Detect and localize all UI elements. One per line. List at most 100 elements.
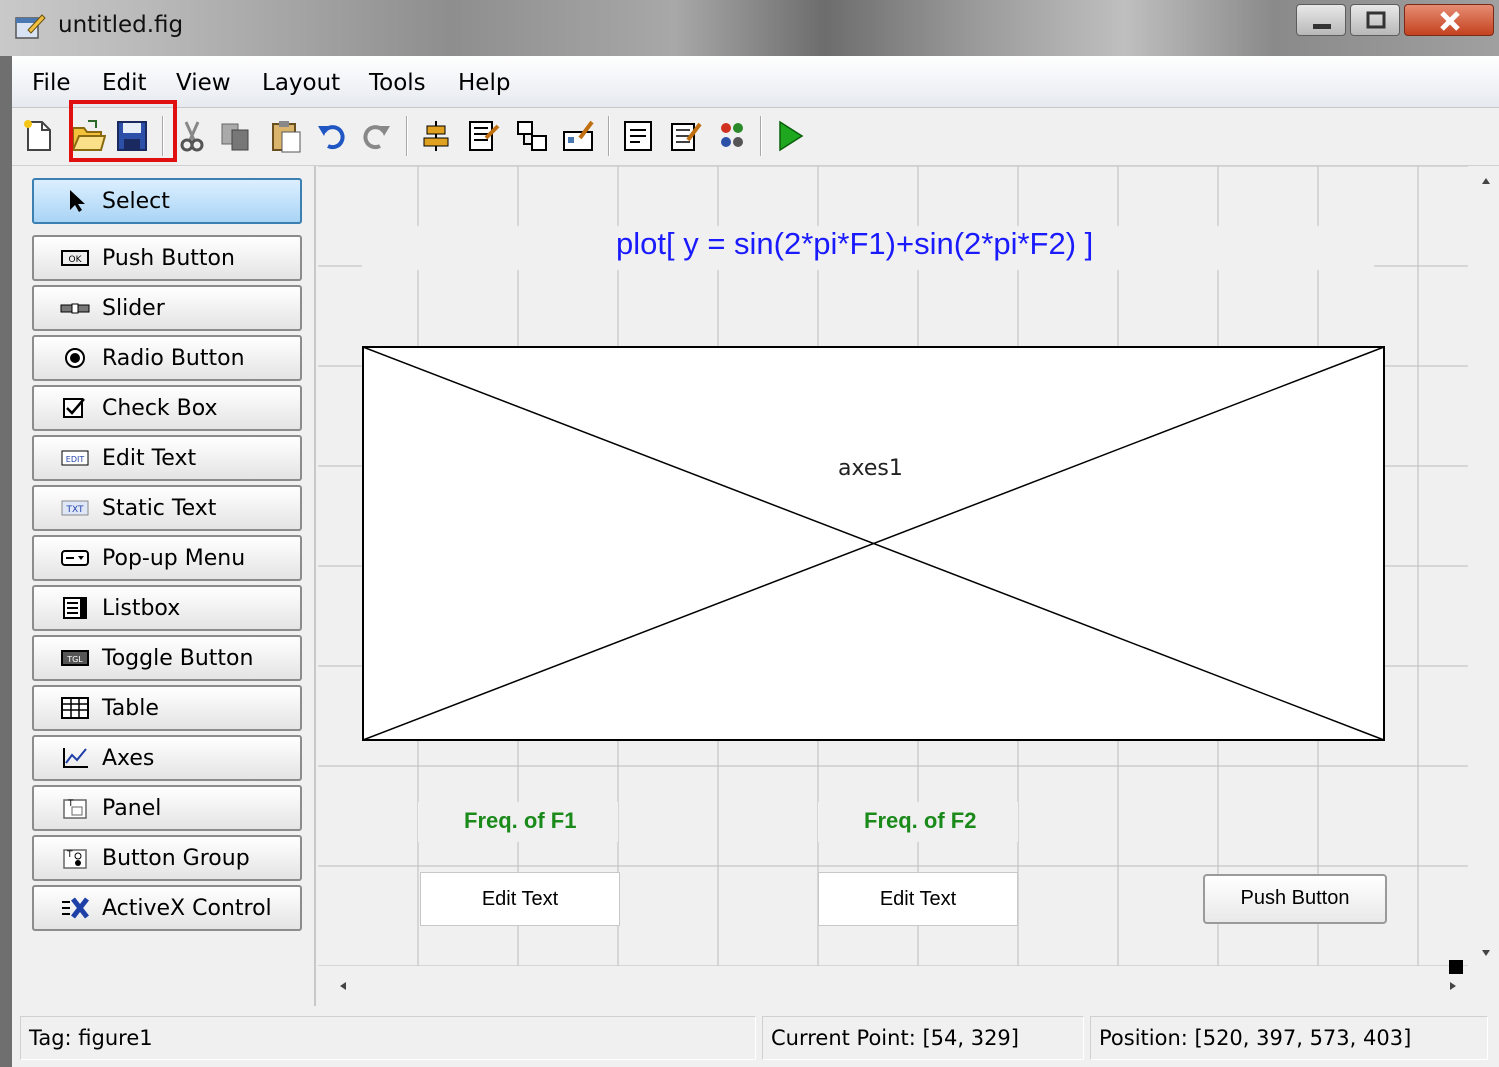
component-palette: Select OK Push Button Slider Radio Butto… [12,166,314,1006]
palette-toggle-button[interactable]: TGL Toggle Button [32,635,302,681]
scroll-arrows [340,982,1456,990]
freq2-edit-text[interactable]: Edit Text [818,872,1018,926]
toolbar-separator [608,116,610,156]
palette-label: Panel [102,796,162,821]
table-icon [61,697,89,719]
menu-editor-button[interactable] [466,118,502,154]
palette-slider[interactable]: Slider [32,285,302,331]
palette-label: Slider [102,296,165,321]
palette-button-group[interactable]: T Button Group [32,835,302,881]
title-bar[interactable]: untitled.fig [0,0,1499,56]
freq1-edit-text[interactable]: Edit Text [420,872,620,926]
scroll-arrows [1482,178,1490,956]
menu-view[interactable]: View [176,70,231,96]
radio-button-icon [65,348,85,368]
menu-edit[interactable]: Edit [102,70,147,96]
menu-bar: File Edit View Layout Tools Help [12,56,1499,108]
guide-window: untitled.fig File Edit View Layout Tools… [0,0,1499,1067]
undo-icon [318,125,345,150]
menu-help[interactable]: Help [458,70,510,96]
minimize-icon [1313,24,1331,29]
status-bar: Tag: figure1 Current Point: [54, 329] Po… [12,1006,1499,1067]
copy-button[interactable] [218,118,254,154]
redo-button[interactable] [358,118,394,154]
layout-canvas[interactable]: plot[ y = sin(2*pi*F1)+sin(2*pi*F2) ] ax… [318,166,1468,966]
palette-axes[interactable]: Axes [32,735,302,781]
scroll-down-icon [1482,950,1490,956]
layout-area: plot[ y = sin(2*pi*F1)+sin(2*pi*F2) ] ax… [314,166,1474,1006]
plot-push-button[interactable]: Push Button [1203,874,1387,924]
palette-popup-menu[interactable]: Pop-up Menu [32,535,302,581]
palette-label: Listbox [102,596,181,621]
new-figure-button[interactable] [20,118,56,154]
undo-button[interactable] [314,118,350,154]
svg-text:TGL: TGL [66,655,83,664]
palette-label: Button Group [102,846,250,871]
menu-tools[interactable]: Tools [369,70,426,96]
listbox-icon [63,597,87,619]
palette-label: Toggle Button [102,646,254,671]
push-button-icon: OK [61,250,89,266]
align-objects-icon [423,121,449,151]
axes1[interactable] [362,346,1386,742]
copy-icon [221,123,249,151]
status-current-point: Current Point: [54, 329] [762,1016,1084,1060]
close-button[interactable] [1404,4,1494,36]
toggle-button-icon: TGL [61,650,89,666]
menu-file[interactable]: File [32,70,71,96]
highlight-annotation [69,100,177,162]
panel-icon: T [63,799,87,819]
palette-push-button[interactable]: OK Push Button [32,235,302,281]
horizontal-scrollbar[interactable] [316,966,1474,1006]
scroll-right-icon [1450,982,1456,990]
palette-label: Radio Button [102,346,245,371]
toolbar-separator [406,116,408,156]
palette-label: Check Box [102,396,218,421]
svg-text:TXT: TXT [65,505,84,515]
status-position: Position: [520, 397, 573, 403] [1090,1016,1488,1060]
palette-label: Edit Text [102,446,197,471]
align-objects-button[interactable] [418,118,454,154]
property-inspector-icon [671,122,702,151]
palette-listbox[interactable]: Listbox [32,585,302,631]
property-inspector-button[interactable] [668,118,704,154]
menu-layout[interactable]: Layout [262,70,340,96]
palette-label: ActiveX Control [102,896,272,921]
canvas-resize-handle[interactable] [1449,960,1463,974]
object-browser-button[interactable] [714,118,750,154]
menu-editor-icon [469,121,500,151]
arrow-pointer-icon [70,190,85,212]
static-text-icon: TXT [61,500,89,516]
freq1-label: Freq. of F1 [464,808,577,833]
tab-order-editor-button[interactable] [514,118,550,154]
activex-icon [62,897,89,919]
redo-icon [363,125,390,150]
paste-button[interactable] [268,118,304,154]
freq2-label: Freq. of F2 [864,808,977,833]
toolbar-separator [760,116,762,156]
tab-order-editor-icon [517,121,547,151]
minimize-button[interactable] [1296,4,1346,36]
palette-radio-button[interactable]: Radio Button [32,335,302,381]
vertical-scrollbar[interactable] [1474,166,1499,966]
slider-icon [60,303,90,314]
palette-check-box[interactable]: Check Box [32,385,302,431]
edit-text-icon: EDIT [61,450,89,466]
palette-activex-control[interactable]: ActiveX Control [32,885,302,931]
maximize-button[interactable] [1350,4,1400,36]
axes-label: axes1 [838,456,903,481]
figure-file-icon [15,14,46,39]
client-area: File Edit View Layout Tools Help Select … [12,56,1499,1067]
palette-select[interactable]: Select [32,178,302,224]
palette-table[interactable]: Table [32,685,302,731]
toolbar-editor-button[interactable] [560,118,596,154]
toolbar-editor-icon [563,120,594,151]
axes-icon [63,748,88,768]
cut-button[interactable] [174,118,210,154]
close-icon [1440,11,1460,31]
run-figure-button[interactable] [772,118,808,154]
palette-panel[interactable]: T Panel [32,785,302,831]
editor-button[interactable] [620,118,656,154]
palette-static-text[interactable]: TXT Static Text [32,485,302,531]
palette-edit-text[interactable]: EDIT Edit Text [32,435,302,481]
